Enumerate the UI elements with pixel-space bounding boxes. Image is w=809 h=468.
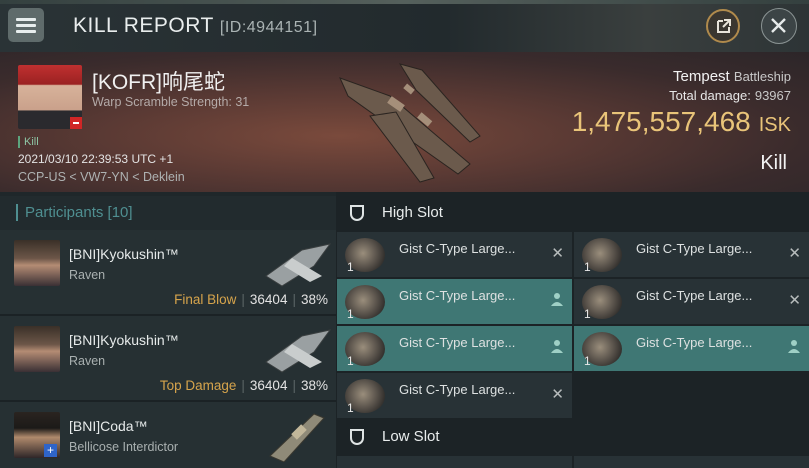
- close-icon: [771, 18, 786, 33]
- menu-icon-line: [16, 24, 36, 27]
- module-name: Gist C-Type Large...: [636, 335, 753, 350]
- participant-ship-image: [269, 413, 325, 462]
- module-cell[interactable]: 1 Gist C-Type Large...: [337, 279, 572, 324]
- participant-ship: Bellicose Interdictor: [69, 440, 179, 454]
- participant-row[interactable]: [BNI]Kyokushin™ Raven Final Blow | 36404 | 3…: [0, 230, 336, 316]
- destroyed-icon: ✕: [551, 386, 564, 403]
- total-damage-label: Total damage:: [669, 88, 751, 103]
- low-slot-header: Low Slot: [336, 420, 809, 454]
- participant-ship: Raven: [69, 268, 106, 282]
- isk-unit: ISK: [758, 114, 791, 136]
- module-name: Gist C-Type Large...: [399, 382, 516, 397]
- module-cell[interactable]: [574, 456, 809, 468]
- module-cell[interactable]: 1 Gist C-Type Large... ✕: [337, 232, 572, 277]
- module-quantity: 1: [584, 260, 591, 274]
- participant-stats: Top Damage | 36404 | 38%: [159, 378, 328, 393]
- participants-title[interactable]: Participants [10]: [16, 204, 133, 221]
- participant-percent: 38%: [300, 292, 328, 307]
- kill-timestamp: 2021/03/10 22:39:53 UTC +1: [18, 152, 174, 166]
- module-quantity: 1: [584, 307, 591, 321]
- dropped-icon: [551, 340, 563, 353]
- module-cell[interactable]: 1 Gist C-Type Large... ✕: [574, 232, 809, 277]
- participant-ship-image: [265, 243, 332, 287]
- victim-name[interactable]: [KOFR]响尾蛇: [92, 66, 225, 96]
- module-name: Gist C-Type Large...: [399, 288, 516, 303]
- final-blow-label: Final Blow: [174, 292, 237, 307]
- plus-icon: +: [44, 444, 57, 457]
- participant-ship-image: [265, 329, 332, 373]
- victim-ship-image[interactable]: [330, 56, 490, 188]
- ship-name-text: Tempest: [673, 68, 730, 85]
- shield-icon: [350, 205, 364, 221]
- warp-scramble-strength: Warp Scramble Strength: 31: [92, 95, 250, 109]
- participant-name: [BNI]Kyokushin™: [69, 332, 179, 348]
- header-accent: [0, 0, 809, 4]
- module-quantity: 1: [347, 260, 354, 274]
- participant-avatar: [14, 240, 60, 286]
- isk-amount: 1,475,557,468: [571, 106, 751, 137]
- total-damage: Total damage: 93967: [669, 88, 791, 103]
- dropped-icon: [551, 293, 563, 306]
- close-button[interactable]: [761, 8, 797, 44]
- participant-row[interactable]: + [BNI]Coda™ Bellicose Interdictor: [0, 402, 336, 468]
- module-quantity: 1: [347, 354, 354, 368]
- participant-damage: 36404: [249, 378, 288, 393]
- module-quantity: 1: [347, 307, 354, 321]
- destroyed-icon: ✕: [788, 245, 801, 262]
- participant-stats: Final Blow | 36404 | 38%: [174, 292, 328, 307]
- ship-class: Battleship: [733, 69, 791, 84]
- kill-tag: Kill: [18, 136, 39, 148]
- page-title: KILL REPORT [ID:4944151]: [73, 14, 318, 38]
- result-label: Kill: [760, 152, 787, 174]
- menu-icon-line: [16, 30, 36, 33]
- module-quantity: 1: [347, 401, 354, 415]
- module-cell[interactable]: 1 Gist C-Type Large... ✕: [574, 279, 809, 324]
- participant-name: [BNI]Coda™: [69, 418, 148, 434]
- isk-value: 1,475,557,468 ISK: [572, 106, 791, 138]
- module-quantity: 1: [584, 354, 591, 368]
- participant-row[interactable]: [BNI]Kyokushin™ Raven Top Damage | 36404 | 3…: [0, 316, 336, 402]
- minus-icon: [70, 117, 82, 129]
- total-damage-value: 93967: [754, 88, 791, 103]
- page-title-text: KILL REPORT: [73, 14, 214, 37]
- participant-damage: 36404: [249, 292, 288, 307]
- module-cell[interactable]: 1 Gist C-Type Large... ✕: [337, 373, 572, 418]
- high-slot-header: High Slot: [336, 196, 809, 230]
- dropped-icon: [788, 340, 800, 353]
- destroyed-icon: ✕: [788, 292, 801, 309]
- destroyed-icon: ✕: [551, 245, 564, 262]
- high-slot-title: High Slot: [382, 204, 443, 221]
- participant-percent: 38%: [300, 378, 328, 393]
- participant-name: [BNI]Kyokushin™: [69, 246, 179, 262]
- menu-icon: [16, 18, 36, 21]
- module-name: Gist C-Type Large...: [399, 335, 516, 350]
- module-name: Gist C-Type Large...: [636, 288, 753, 303]
- module-cell[interactable]: 1 Gist C-Type Large...: [337, 326, 572, 371]
- share-button[interactable]: [706, 9, 740, 43]
- module-name: Gist C-Type Large...: [399, 241, 516, 256]
- menu-button[interactable]: [8, 8, 44, 42]
- participant-avatar: [14, 326, 60, 372]
- module-cell[interactable]: [337, 456, 572, 468]
- participant-ship: Raven: [69, 354, 106, 368]
- external-link-icon: [717, 19, 731, 33]
- kill-location[interactable]: CCP-US < VW7-YN < Deklein: [18, 170, 185, 184]
- module-cell[interactable]: 1 Gist C-Type Large...: [574, 326, 809, 371]
- report-id: [ID:4944151]: [219, 19, 318, 36]
- low-slot-title: Low Slot: [382, 428, 440, 445]
- top-damage-label: Top Damage: [159, 378, 237, 393]
- shield-icon: [350, 429, 364, 445]
- ship-name[interactable]: Tempest Battleship: [673, 68, 791, 85]
- module-name: Gist C-Type Large...: [636, 241, 753, 256]
